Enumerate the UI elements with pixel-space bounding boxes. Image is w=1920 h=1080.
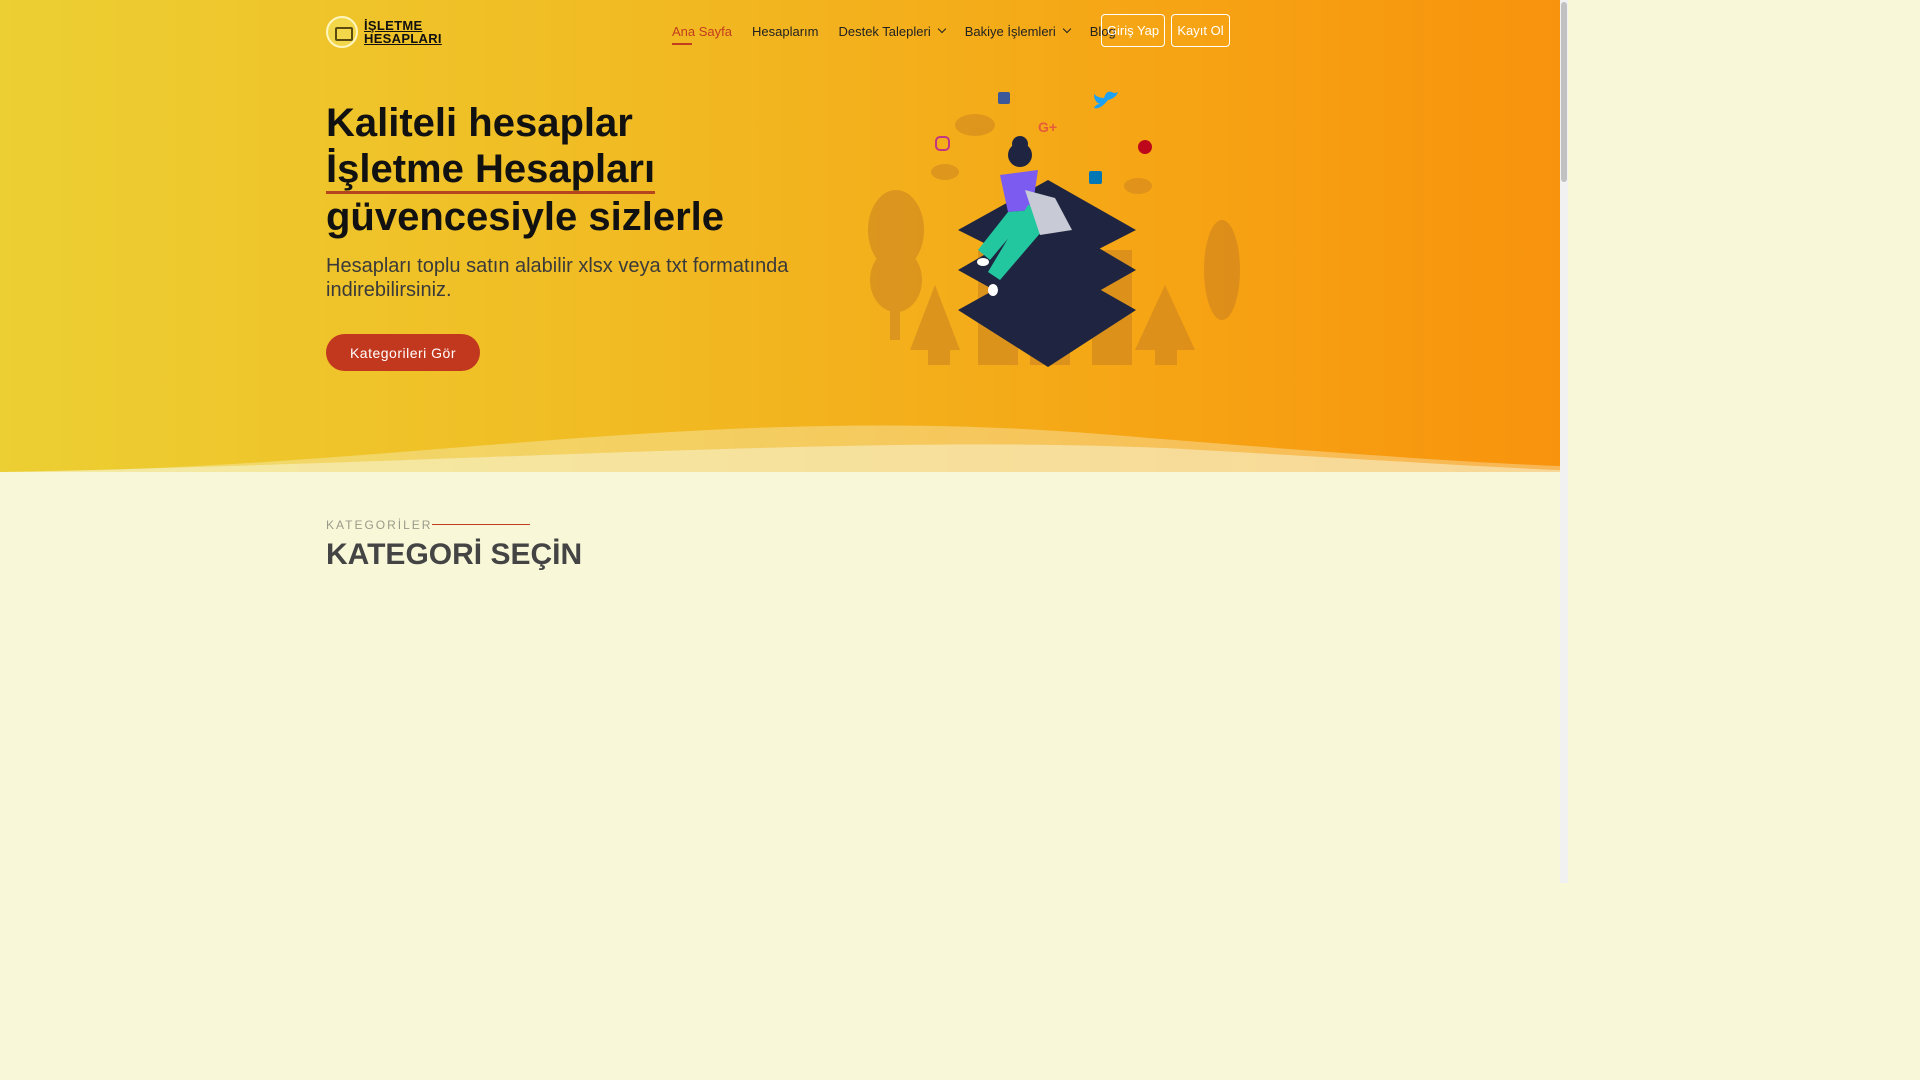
section-divider <box>432 524 530 525</box>
hero-title: Kaliteli hesaplar İşletme Hesapları güve… <box>326 100 724 240</box>
twitter-icon <box>1094 91 1118 109</box>
hero-illustration: G+ <box>868 91 1240 367</box>
social-icons: G+ <box>935 91 1152 184</box>
main-nav: Ana Sayfa Hesaplarım Destek Talepleri Ba… <box>672 20 1136 45</box>
hero-title-highlight: İşletme Hesapları <box>326 147 656 194</box>
chevron-down-icon <box>1062 24 1072 34</box>
nav-item-balance-label: Bakiye İşlemleri <box>964 23 1056 39</box>
hero-subtitle: Hesapları toplu satın alabilir xlsx veya… <box>326 255 789 301</box>
nav-item-support[interactable]: Destek Talepleri <box>838 20 946 42</box>
hero-title-line-1: Kaliteli hesaplar <box>326 101 633 145</box>
nav-item-balance[interactable]: Bakiye İşlemleri <box>964 20 1072 42</box>
facebook-icon <box>998 92 1010 104</box>
page-scrollbar[interactable] <box>1560 0 1568 883</box>
logo-text: İŞLETME HESAPLARI <box>364 19 442 45</box>
pinterest-icon <box>1138 140 1152 154</box>
hero-wave <box>0 425 1560 472</box>
nav-item-home[interactable]: Ana Sayfa <box>672 20 732 45</box>
section-label: KATEGORİLER <box>326 518 433 532</box>
login-button[interactable]: Giriş Yap <box>1101 14 1165 47</box>
site-logo[interactable]: İŞLETME HESAPLARI <box>326 14 448 50</box>
logo-emblem-icon <box>326 16 358 48</box>
view-categories-button[interactable]: Kategorileri Gör <box>326 334 480 371</box>
google-plus-icon: G+ <box>1038 119 1057 135</box>
instagram-icon <box>935 136 950 151</box>
nav-item-accounts[interactable]: Hesaplarım <box>752 20 818 42</box>
register-button[interactable]: Kayıt Ol <box>1171 14 1230 47</box>
section-title: KATEGORİ SEÇİN <box>326 538 583 571</box>
scrollbar-thumb[interactable] <box>1561 2 1567 182</box>
linkedin-icon <box>1089 171 1102 184</box>
hero-title-line-3: güvencesiyle sizlerle <box>326 195 725 239</box>
chevron-down-icon <box>937 24 946 34</box>
logo-line-2: HESAPLARI <box>364 31 442 46</box>
hero-section <box>0 0 1560 472</box>
nav-item-support-label: Destek Talepleri <box>838 23 931 39</box>
